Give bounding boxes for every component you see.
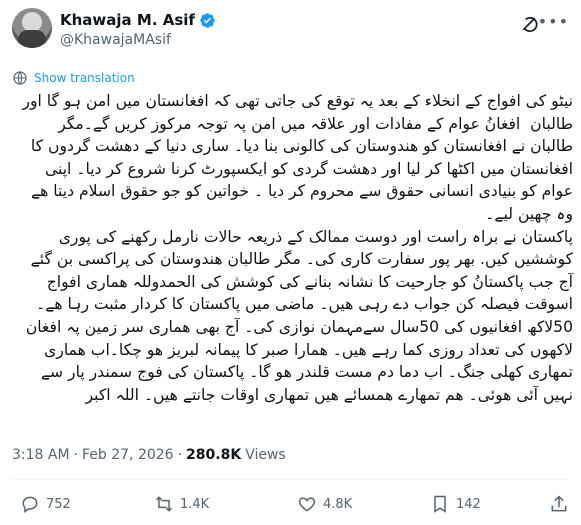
avatar[interactable] — [12, 8, 52, 48]
author-display-name[interactable]: Khawaja M. Asif — [60, 11, 195, 29]
repost-button[interactable]: 1.4K — [154, 494, 209, 514]
globe-icon — [13, 71, 27, 85]
reply-count: 752 — [46, 496, 71, 512]
share-button[interactable] — [549, 494, 569, 518]
post-meta: 3:18 AM · Feb 27, 2026 · 280.8K Views — [12, 447, 286, 463]
bookmark-button[interactable]: 142 — [430, 494, 481, 514]
post-date[interactable]: Feb 27, 2026 — [82, 447, 174, 463]
author-handle[interactable]: @KhawajaMAsif — [60, 32, 171, 48]
reply-icon — [22, 496, 38, 513]
more-options-icon[interactable]: ••• — [538, 12, 569, 31]
grok-icon[interactable] — [519, 14, 539, 34]
like-count: 4.8K — [323, 496, 353, 512]
post-time[interactable]: 3:18 AM — [12, 447, 70, 463]
bookmark-icon — [434, 495, 446, 513]
verified-badge-icon — [200, 12, 215, 28]
share-icon — [551, 495, 567, 512]
like-button[interactable]: 4.8K — [297, 494, 352, 514]
divider — [12, 479, 569, 480]
views-count: 280.8K — [186, 447, 242, 463]
repost-count: 1.4K — [180, 496, 210, 512]
author-name-row: Khawaja M. Asif — [60, 11, 216, 29]
show-translation-label: Show translation — [34, 71, 135, 85]
show-translation-link[interactable]: Show translation — [12, 70, 135, 86]
meta-separator: · — [177, 447, 183, 463]
reply-button[interactable]: 752 — [20, 494, 71, 514]
post-header: Khawaja M. Asif @KhawajaMAsif ••• — [12, 8, 569, 52]
repost-icon — [155, 496, 173, 512]
post-text: نیٹو کی افواج کے انخلاء کے بعد یہ توقع ک… — [22, 92, 573, 404]
bookmark-count: 142 — [456, 496, 481, 512]
meta-separator: · — [73, 447, 78, 463]
views-label: Views — [245, 447, 286, 463]
heart-icon — [298, 497, 316, 512]
action-bar: 752 1.4K 4.8K 142 — [12, 494, 569, 520]
